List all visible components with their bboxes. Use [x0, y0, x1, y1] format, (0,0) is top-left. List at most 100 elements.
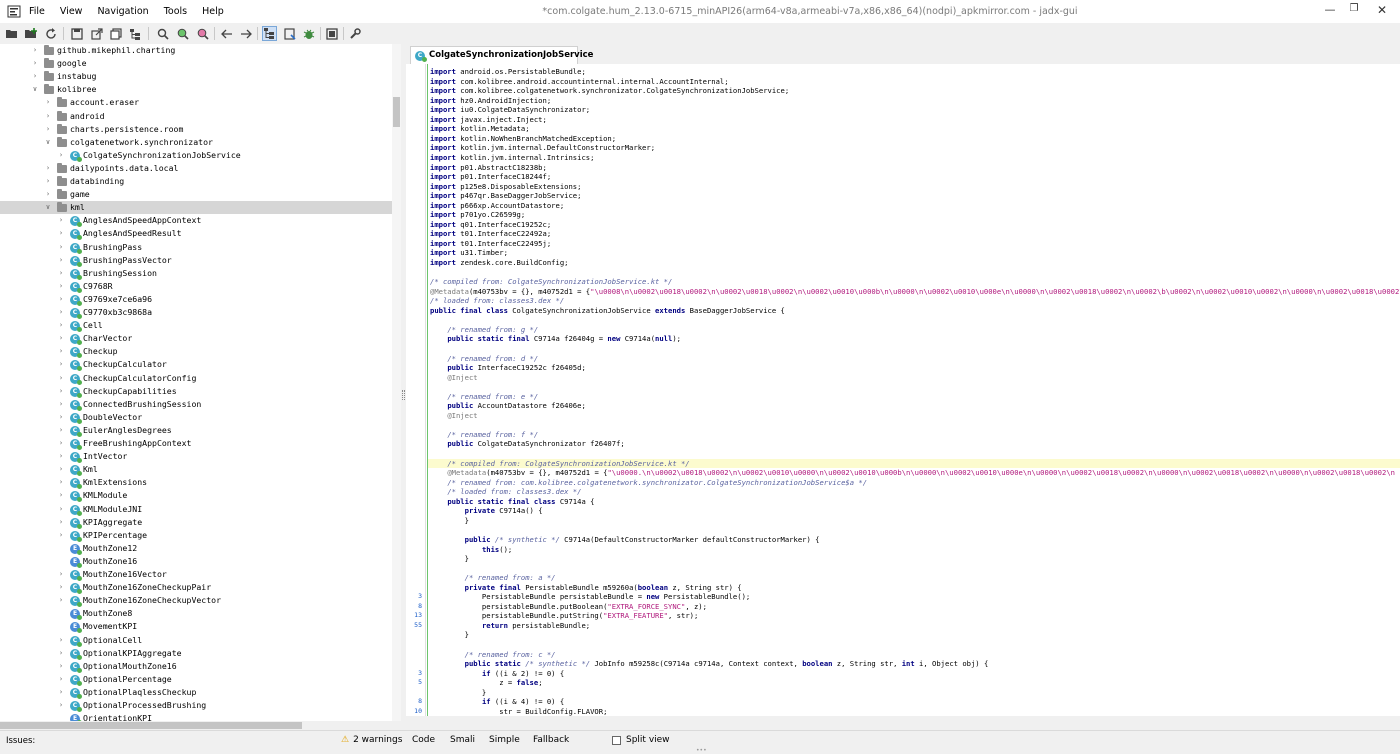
expand-arrow-icon[interactable]: ›	[44, 175, 52, 188]
expand-arrow-icon[interactable]: ›	[57, 594, 65, 607]
expand-arrow-icon[interactable]: ›	[57, 660, 65, 673]
expand-arrow-icon[interactable]: ›	[31, 57, 39, 70]
expand-arrow-icon[interactable]: ›	[44, 96, 52, 109]
collapse-arrow-icon[interactable]: ∨	[44, 136, 52, 149]
code-line[interactable]: import kotlin.jvm.internal.Intrinsics;	[430, 153, 594, 163]
tree-item[interactable]: › C CheckupCapabilities	[0, 385, 392, 398]
tree-item[interactable]: › C DoubleVector	[0, 411, 392, 424]
code-line[interactable]: import t01.InterfaceC22492a;	[430, 229, 551, 239]
back-icon[interactable]	[219, 26, 234, 41]
tree-item[interactable]: › databinding	[0, 175, 392, 188]
tree-item[interactable]: › C MouthZone16ZoneCheckupVector	[0, 594, 392, 608]
code-line[interactable]: @Inject	[430, 373, 477, 383]
tree-item[interactable]: › C OptionalProcessedBrushing	[0, 699, 392, 712]
code-line[interactable]: public final class ColgateSynchronizatio…	[430, 306, 785, 316]
code-line[interactable]: import android.os.PersistableBundle;	[430, 67, 586, 77]
tree-item[interactable]: › C MouthZone16Vector	[0, 568, 392, 581]
tree-item[interactable]: › C KMLModuleJNI	[0, 503, 392, 516]
code-line[interactable]: /* compiled from: ColgateSynchronization…	[430, 277, 672, 287]
tree-icon[interactable]	[127, 26, 142, 41]
expand-arrow-icon[interactable]: ›	[57, 385, 65, 398]
export-icon[interactable]	[89, 26, 104, 41]
code-line[interactable]: import com.kolibree.colgatenetwork.synch…	[430, 86, 789, 96]
tree-item[interactable]: › game	[0, 188, 392, 201]
tree-item[interactable]: › C C9768R	[0, 280, 392, 293]
code-line[interactable]: /* renamed from: c */	[430, 650, 556, 660]
code-line[interactable]: }	[430, 516, 469, 526]
tree-item[interactable]: › C OptionalPlaqlessCheckup	[0, 686, 392, 699]
tree-item[interactable]: › C KPIAggregate	[0, 516, 392, 529]
tree-item[interactable]: › C CheckupCalculatorConfig	[0, 372, 392, 385]
expand-arrow-icon[interactable]: ›	[57, 699, 65, 712]
code-line[interactable]: return persistableBundle;	[430, 621, 590, 631]
restore-button[interactable]: ❐	[1342, 3, 1366, 14]
code-line[interactable]: persistableBundle.putString("EXTRA_FEATU…	[430, 611, 698, 621]
tree-item[interactable]: › C BrushingSession	[0, 267, 392, 280]
code-line[interactable]: str = BuildConfig.FLAVOR;	[430, 707, 607, 716]
tree-item[interactable]: › C BrushingPass	[0, 241, 392, 254]
tree-item[interactable]: › C MouthZone16ZoneCheckupPair	[0, 581, 392, 595]
reload-icon[interactable]	[43, 26, 58, 41]
tab-code[interactable]: Code	[412, 735, 435, 745]
code-line[interactable]: public ColgateDataSynchronizator f26407f…	[430, 439, 624, 449]
expand-arrow-icon[interactable]: ›	[57, 332, 65, 345]
tree-item[interactable]: › C ColgateSynchronizationJobService	[0, 149, 392, 162]
code-line[interactable]: /* renamed from: f */	[430, 430, 538, 440]
expand-arrow-icon[interactable]: ›	[57, 581, 65, 594]
expand-arrow-icon[interactable]: ›	[31, 70, 39, 83]
code-line[interactable]: import t01.InterfaceC22495j;	[430, 239, 551, 249]
tab-smali[interactable]: Smali	[450, 735, 475, 745]
code-line[interactable]: private final PersistableBundle m59260a(…	[430, 583, 742, 593]
code-line[interactable]: import hz0.AndroidInjection;	[430, 96, 551, 106]
code-line[interactable]: import kotlin.jvm.internal.DefaultConstr…	[430, 143, 655, 153]
warnings-indicator[interactable]: ⚠ 2 warnings	[341, 735, 402, 745]
code-line[interactable]: @Metadata(m40753bv = {}, m40752d1 = {"\u…	[430, 468, 1395, 478]
tree-item[interactable]: › C Kml	[0, 463, 392, 477]
expand-arrow-icon[interactable]: ›	[44, 110, 52, 123]
split-view-checkbox[interactable]	[612, 736, 621, 745]
expand-arrow-icon[interactable]: ›	[57, 254, 65, 267]
code-line[interactable]: /* renamed from: g */	[430, 325, 538, 335]
expand-arrow-icon[interactable]: ›	[57, 686, 65, 699]
tree-item[interactable]: › instabug	[0, 70, 392, 83]
code-line[interactable]: public AccountDatastore f26406e;	[430, 401, 585, 411]
search-usage-icon[interactable]	[195, 26, 210, 41]
sync-tree-icon[interactable]	[262, 26, 277, 41]
code-line[interactable]: if ((i & 2) != 0) {	[430, 669, 564, 679]
code-line[interactable]: /* renamed from: d */	[430, 354, 538, 364]
expand-arrow-icon[interactable]: ›	[57, 568, 65, 581]
search-icon[interactable]	[155, 26, 170, 41]
collapse-arrow-icon[interactable]: ∨	[31, 83, 39, 96]
code-line[interactable]: /* compiled from: ColgateSynchronization…	[430, 459, 689, 469]
code-line[interactable]: public /* synthetic */ C9714a(DefaultCon…	[430, 535, 820, 545]
menu-navigation[interactable]: Navigation	[97, 4, 154, 19]
expand-arrow-icon[interactable]: ›	[44, 188, 52, 201]
minimize-button[interactable]: —	[1318, 3, 1342, 16]
menu-help[interactable]: Help	[202, 4, 230, 19]
code-line[interactable]: import kotlin.Metadata;	[430, 124, 530, 134]
code-line[interactable]: public static final class C9714a {	[430, 497, 594, 507]
expand-arrow-icon[interactable]: ›	[31, 44, 39, 57]
tree-item[interactable]: › android	[0, 110, 392, 123]
tree-item[interactable]: › C AnglesAndSpeedAppContext	[0, 214, 392, 228]
tree-item[interactable]: › charts.persistence.room	[0, 123, 392, 136]
tree-item[interactable]: › C ConnectedBrushingSession	[0, 398, 392, 411]
collapse-arrow-icon[interactable]: ∨	[44, 201, 52, 214]
tab-colgate-sync-job-service[interactable]: C ColgateSynchronizationJobService	[410, 46, 593, 64]
tree-item[interactable]: ∨ kml	[0, 201, 392, 215]
expand-arrow-icon[interactable]: ›	[57, 267, 65, 280]
tree-item[interactable]: › C OptionalPercentage	[0, 673, 392, 686]
expand-arrow-icon[interactable]: ›	[57, 634, 65, 647]
debug-icon[interactable]	[301, 26, 316, 41]
code-line[interactable]: PersistableBundle persistableBundle = ne…	[430, 592, 750, 602]
tree-item[interactable]: › C OptionalKPIAggregate	[0, 647, 392, 660]
copy-icon[interactable]	[108, 26, 123, 41]
save-icon[interactable]	[69, 26, 84, 41]
expand-arrow-icon[interactable]: ›	[57, 241, 65, 254]
code-line[interactable]: import kotlin.NoWhenBranchMatchedExcepti…	[430, 134, 616, 144]
expand-arrow-icon[interactable]: ›	[57, 306, 65, 319]
tree-item[interactable]: › C OptionalCell	[0, 634, 392, 647]
expand-arrow-icon[interactable]: ›	[57, 214, 65, 227]
close-button[interactable]: ✕	[1370, 3, 1394, 17]
tab-fallback[interactable]: Fallback	[533, 735, 569, 745]
